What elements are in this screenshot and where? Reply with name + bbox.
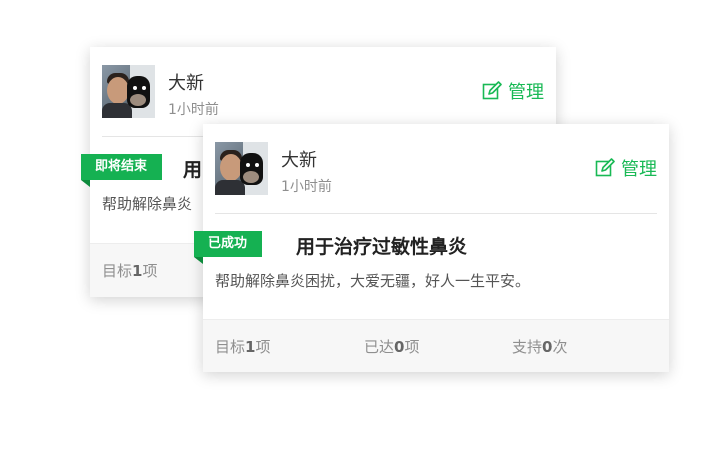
card-header: 大新 1小时前 管理 bbox=[203, 124, 669, 213]
target-value: 1 bbox=[245, 338, 256, 356]
support-value: 0 bbox=[542, 338, 553, 356]
wish-description: 帮助解除鼻炎困扰，大爱无疆，好人一生平安。 bbox=[215, 272, 531, 290]
support-unit: 次 bbox=[552, 338, 568, 356]
manage-label: 管理 bbox=[621, 159, 657, 180]
achieved-unit: 项 bbox=[404, 338, 420, 356]
support-label: 支持 bbox=[512, 338, 543, 356]
target-label: 目标 bbox=[102, 262, 133, 280]
edit-icon bbox=[482, 81, 502, 100]
wish-card-front[interactable]: 大新 1小时前 管理 已成功 用于治疗过敏性鼻炎 帮助解除鼻炎困扰，大爱无疆，好… bbox=[194, 124, 669, 372]
wish-description: 帮助解除鼻炎 bbox=[102, 195, 193, 213]
edit-icon bbox=[595, 158, 615, 177]
support-stat: 支持0次 bbox=[512, 336, 567, 357]
manage-button[interactable]: 管理 bbox=[595, 156, 657, 180]
achieved-stat: 已达0项 bbox=[364, 336, 419, 357]
target-value: 1 bbox=[132, 262, 143, 280]
username[interactable]: 大新 bbox=[168, 69, 204, 95]
target-stat: 目标1项 bbox=[102, 260, 157, 281]
manage-button[interactable]: 管理 bbox=[482, 79, 544, 103]
card-header: 大新 1小时前 管理 bbox=[90, 47, 556, 136]
achieved-value: 0 bbox=[394, 338, 405, 356]
status-badge: 即将结束 bbox=[81, 154, 163, 187]
card-footer: 目标1项 已达0项 支持0次 bbox=[203, 319, 669, 372]
target-label: 目标 bbox=[215, 338, 246, 356]
username[interactable]: 大新 bbox=[281, 146, 317, 172]
divider bbox=[215, 213, 657, 214]
avatar[interactable] bbox=[102, 65, 155, 118]
wish-title[interactable]: 用于治疗过敏性鼻炎 bbox=[296, 232, 467, 259]
post-time: 1小时前 bbox=[168, 102, 219, 118]
status-badge: 已成功 bbox=[194, 231, 263, 264]
target-unit: 项 bbox=[142, 262, 158, 280]
post-time: 1小时前 bbox=[281, 179, 332, 195]
manage-label: 管理 bbox=[508, 82, 544, 103]
achieved-label: 已达 bbox=[364, 338, 395, 356]
wish-title[interactable]: 用 bbox=[183, 155, 202, 182]
target-stat: 目标1项 bbox=[215, 336, 270, 357]
target-unit: 项 bbox=[255, 338, 271, 356]
avatar[interactable] bbox=[215, 142, 268, 195]
